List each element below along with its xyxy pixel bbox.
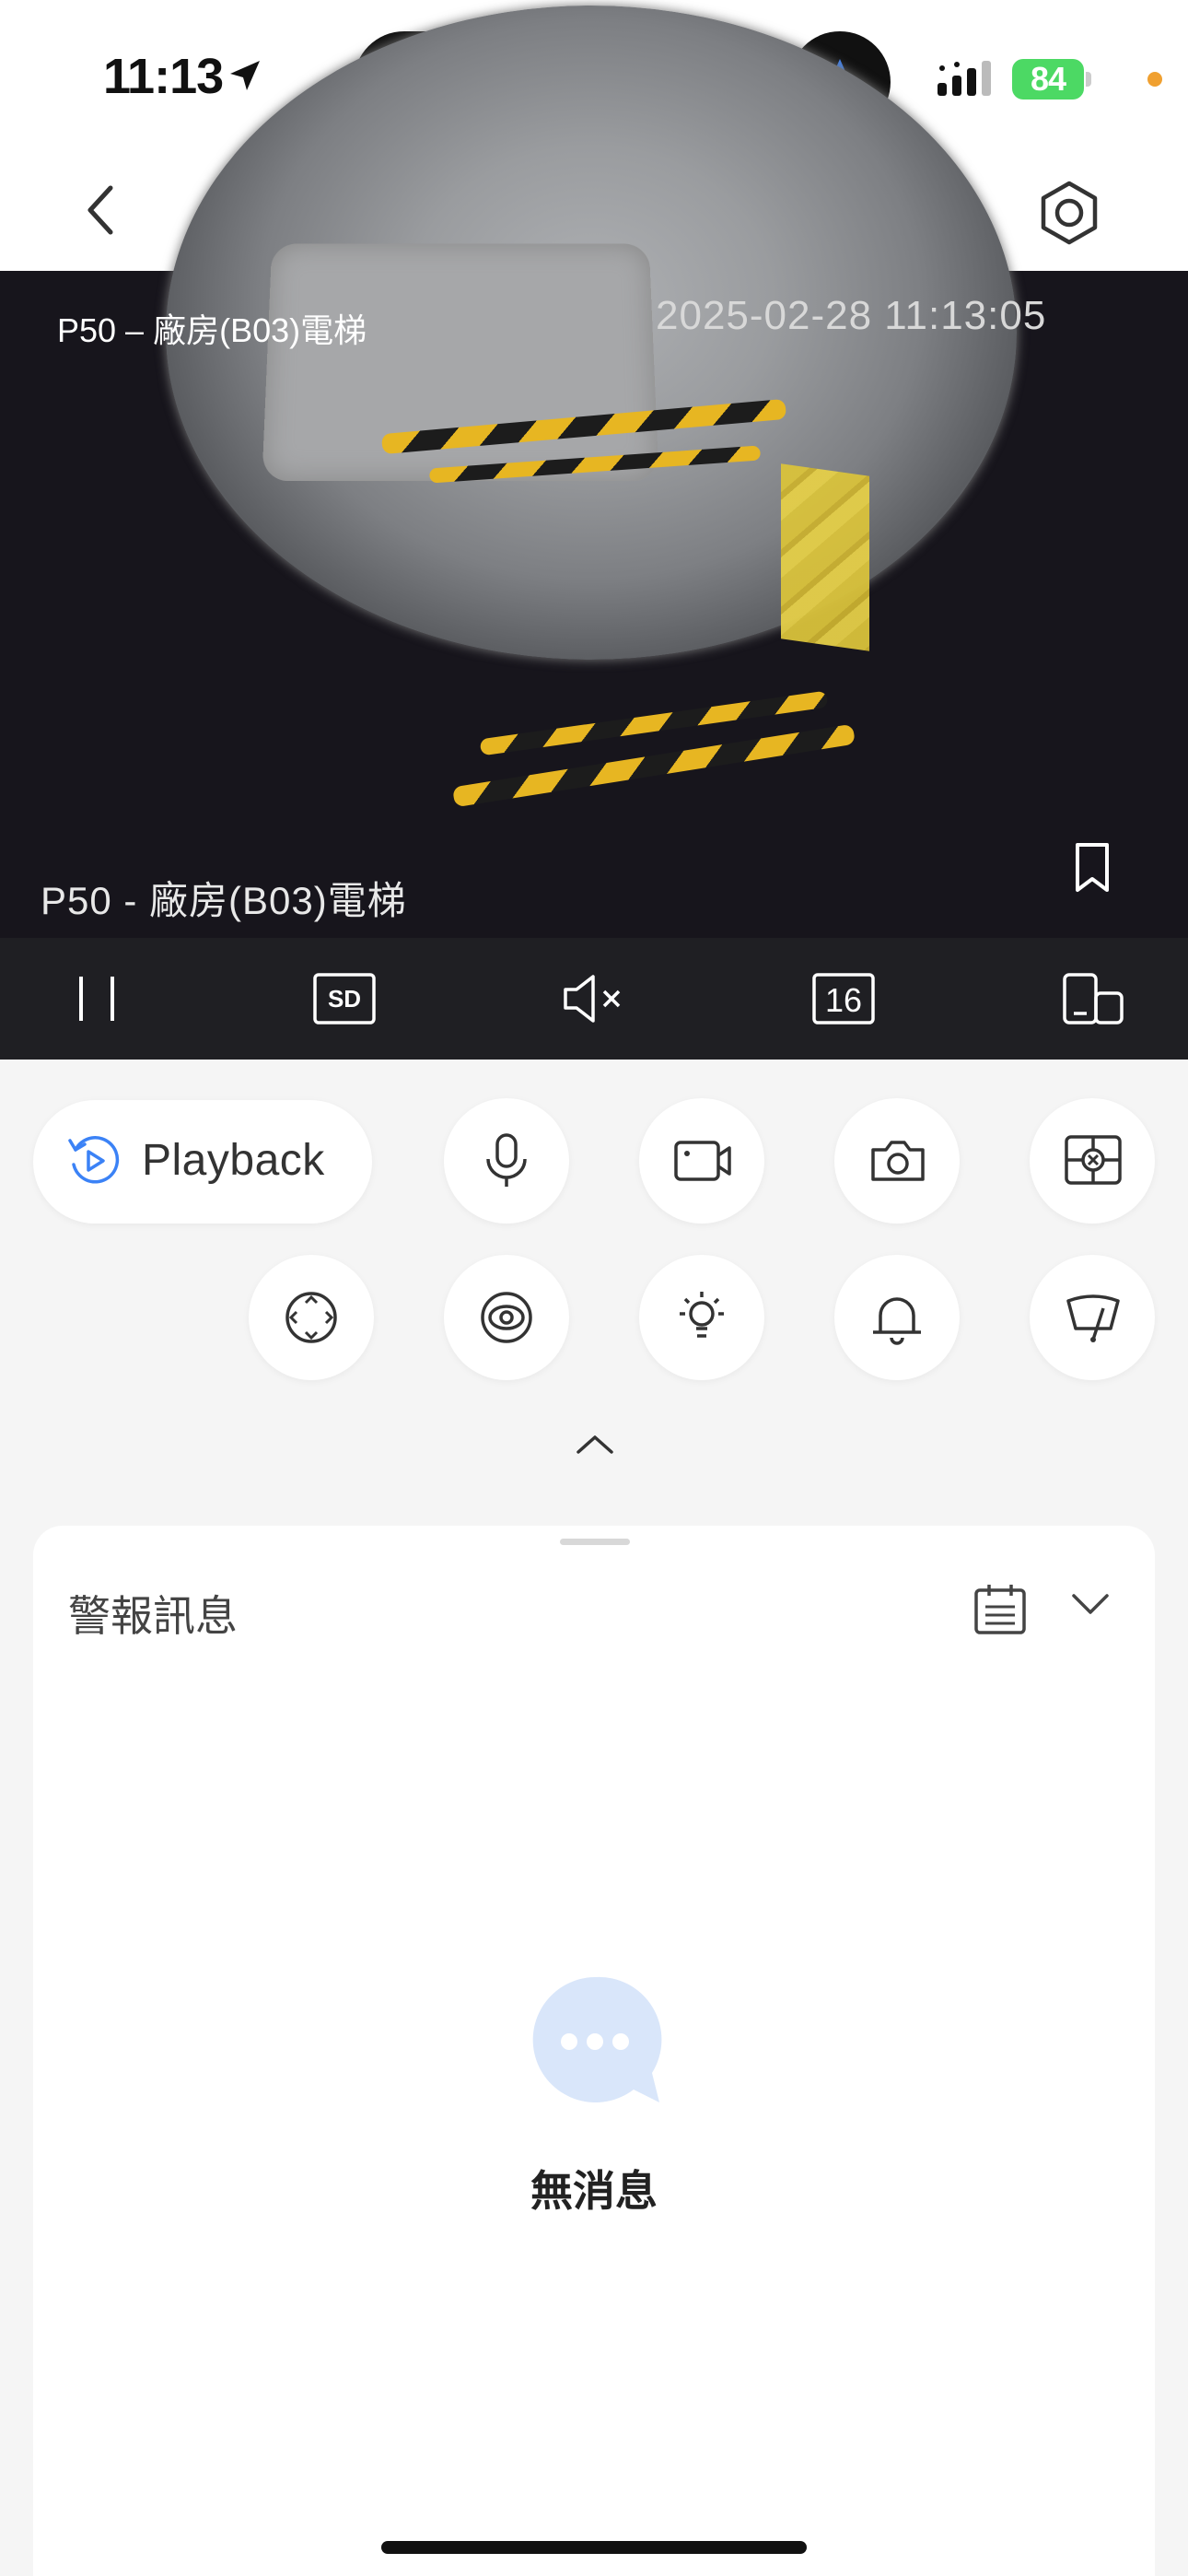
quality-label: SD <box>327 985 362 1013</box>
wiper-button[interactable] <box>1030 1255 1155 1380</box>
home-indicator[interactable] <box>381 2541 807 2554</box>
playback-button[interactable]: Playback <box>33 1100 372 1224</box>
collapse-actions-icon[interactable] <box>575 1430 615 1462</box>
record-video-button[interactable] <box>639 1098 764 1224</box>
snapshot-button[interactable] <box>834 1098 960 1224</box>
playback-label: Playback <box>142 1136 325 1185</box>
light-icon <box>680 1292 724 1338</box>
osd-camera-label-bottom: P50 - 廠房(B03)電梯 <box>41 879 407 922</box>
channel-count-label: 16 <box>824 981 863 1019</box>
alarm-bell-icon <box>873 1297 921 1345</box>
quality-sd-button[interactable]: SD <box>313 973 378 1029</box>
panel-drag-handle[interactable] <box>560 1539 630 1545</box>
bookmark-icon[interactable] <box>1072 842 1112 898</box>
battery-indicator: 84 <box>1012 59 1084 100</box>
channel-count-button[interactable]: 16 <box>812 973 877 1029</box>
light-button[interactable] <box>639 1255 764 1380</box>
microphone-button[interactable] <box>444 1098 569 1224</box>
video-control-bar: SD 16 <box>0 938 1188 1060</box>
mute-icon[interactable] <box>562 973 628 1029</box>
ptz-button[interactable] <box>249 1255 374 1380</box>
rotate-icon[interactable] <box>1061 973 1125 1029</box>
ptz-icon <box>285 1292 337 1343</box>
privacy-indicator-dot <box>1147 72 1162 87</box>
hazard-panel <box>781 463 869 651</box>
close-window-button[interactable] <box>1030 1098 1155 1224</box>
close-window-icon <box>1065 1135 1122 1185</box>
location-arrow-icon <box>227 57 263 99</box>
alarm-bell-button[interactable] <box>834 1255 960 1380</box>
cellular-signal-icon <box>938 61 998 100</box>
empty-state-text: 無消息 <box>530 2167 658 2215</box>
battery-cap <box>1086 72 1091 87</box>
alarm-panel-title: 警報訊息 <box>68 1592 238 1640</box>
osd-timestamp: 2025-02-28 11:13:05 <box>656 293 1047 338</box>
status-time: 11:13 <box>103 49 224 104</box>
no-message-icon <box>527 1973 663 2114</box>
settings-icon[interactable] <box>1039 181 1100 250</box>
playback-history-icon <box>68 1136 120 1184</box>
calendar-icon[interactable] <box>973 1583 1028 1641</box>
fisheye-mode-button[interactable] <box>444 1255 569 1380</box>
chevron-down-icon[interactable] <box>1070 1590 1111 1622</box>
camera-icon <box>871 1141 925 1181</box>
microphone-icon <box>486 1133 527 1187</box>
fisheye-icon <box>481 1292 532 1343</box>
osd-camera-label: P50 – 廠房(B03)電梯 <box>57 311 367 349</box>
wiper-icon <box>1066 1294 1120 1342</box>
pause-icon[interactable] <box>74 973 120 1029</box>
record-video-icon <box>674 1141 731 1181</box>
